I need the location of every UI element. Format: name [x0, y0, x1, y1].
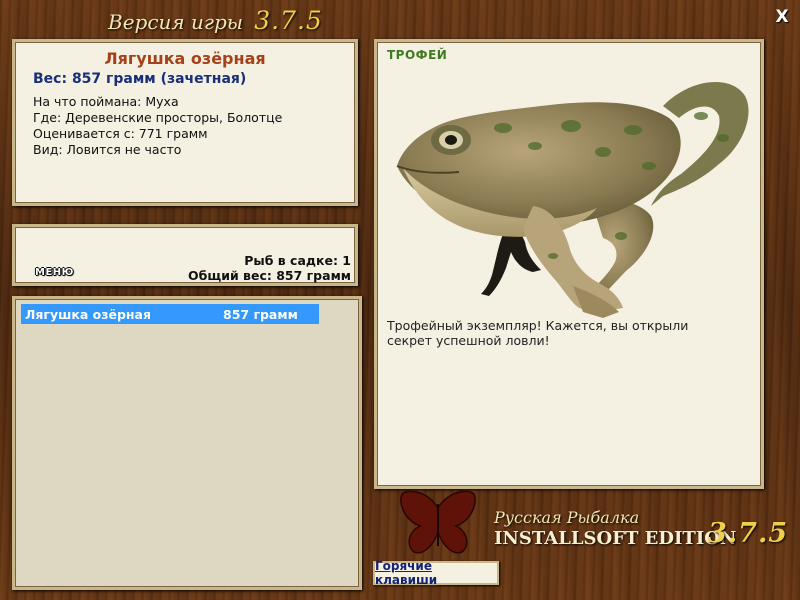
cage-summary-panel: МЕНЮ Рыб в садке: 1 Общий вес: 857 грамм — [12, 224, 358, 286]
logo-version: 3.7.5 — [708, 518, 789, 549]
logo-edition: INSTALLSOFT EDITION — [494, 528, 737, 549]
close-button[interactable]: X — [773, 8, 791, 26]
fish-name: Лягушка озёрная — [104, 49, 266, 68]
fish-info-panel: Лягушка озёрная Вес: 857 грамм (зачетная… — [12, 39, 358, 206]
menu-button[interactable]: МЕНЮ — [35, 267, 74, 278]
list-item-name: Лягушка озёрная — [25, 306, 152, 322]
list-item-weight: 857 грамм — [223, 306, 298, 322]
title-version: 3.7.5 — [254, 6, 323, 35]
cage-total-weight: Общий вес: 857 грамм — [188, 268, 351, 283]
butterfly-icon — [400, 490, 476, 554]
fish-weight: Вес: 857 грамм (зачетная) — [33, 71, 247, 87]
logo-title: Русская Рыбалка — [494, 508, 640, 527]
bait-line: На что поймана: Муха — [33, 94, 179, 109]
fish-list[interactable]: Лягушка озёрная 857 грамм — [12, 296, 362, 590]
window-title: Версия игры 3.7.5 — [108, 6, 323, 35]
title-prefix: Версия игры — [108, 10, 244, 34]
rating-line: Оценивается с: 771 грамм — [33, 126, 208, 141]
hotkeys-button[interactable]: Горячие клавиши — [373, 559, 499, 587]
location-line: Где: Деревенские просторы, Болотце — [33, 110, 283, 125]
cage-count: Рыб в садке: 1 — [244, 253, 351, 268]
trophy-panel: ТРОФЕЙ Трофейный экземпляр! Кажется, вы … — [374, 39, 764, 489]
rarity-line: Вид: Ловится не часто — [33, 142, 182, 157]
frog-image — [383, 56, 753, 328]
list-item[interactable]: Лягушка озёрная 857 грамм — [21, 304, 319, 324]
trophy-description: Трофейный экземпляр! Кажется, вы открыли… — [387, 318, 689, 348]
